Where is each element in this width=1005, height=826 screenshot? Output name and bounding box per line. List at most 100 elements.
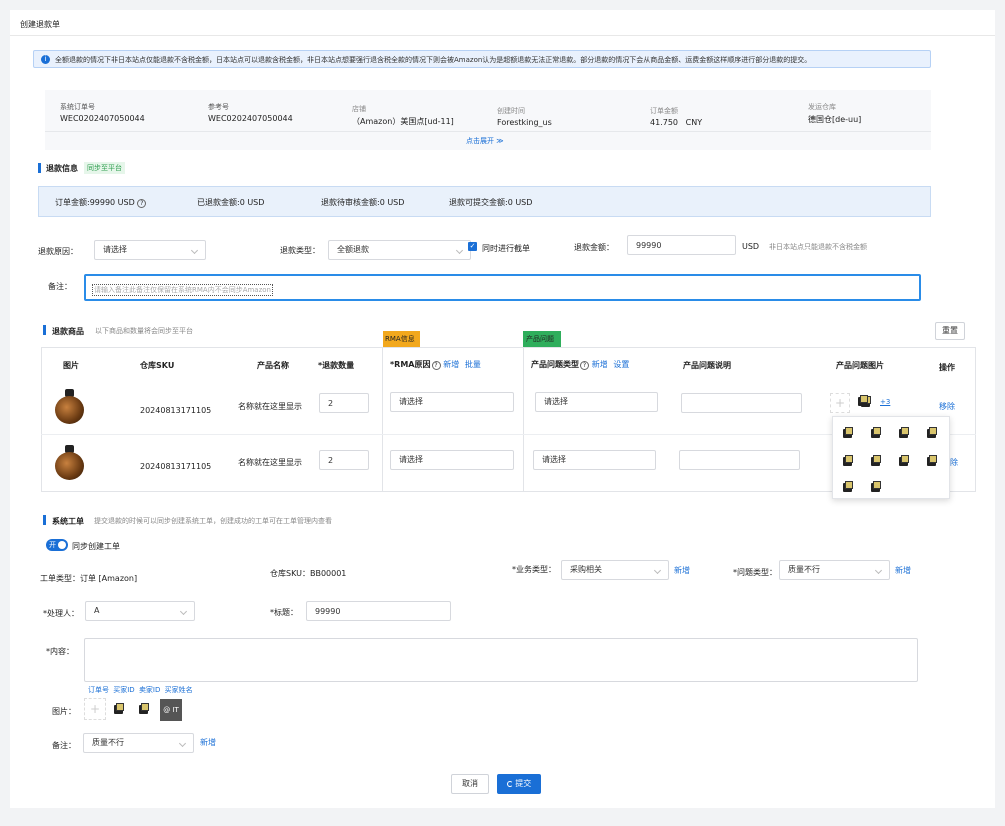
col-rma: *RMA原因 bbox=[390, 360, 431, 369]
ptype-select[interactable]: 请选择 bbox=[533, 450, 656, 470]
notice-text: 全额退款的情况下非日本站点仅能退款不含税金额，日本站点可以退款含税金额，非日本站… bbox=[55, 56, 812, 64]
refund-amount-input[interactable] bbox=[627, 235, 736, 255]
ticket-image-thumb[interactable]: @ IT bbox=[160, 699, 182, 721]
problem-image-thumb[interactable] bbox=[842, 427, 854, 439]
amount-label: 订单金额 bbox=[650, 107, 678, 115]
section-marker bbox=[43, 515, 46, 525]
info-icon: i bbox=[41, 55, 50, 64]
help-icon[interactable]: ? bbox=[431, 361, 441, 370]
row-sku: 20240813171105 bbox=[140, 406, 212, 415]
warehouse-value: 德国仓[de-uu] bbox=[808, 115, 862, 124]
problem-image-thumb[interactable] bbox=[870, 481, 882, 493]
more-images-link[interactable]: +3 bbox=[880, 398, 890, 406]
problem-image-thumb[interactable] bbox=[926, 427, 938, 439]
reset-button[interactable]: 重置 bbox=[935, 322, 965, 340]
help-icon[interactable]: ? bbox=[137, 199, 147, 208]
create-refund-page: 创建退款单 i 全额退款的情况下非日本站点仅能退款不含税金额，日本站点可以退款含… bbox=[10, 10, 995, 808]
handler-select[interactable]: A bbox=[85, 601, 195, 621]
pdesc-input[interactable] bbox=[681, 393, 802, 413]
reason-select[interactable]: 请选择 bbox=[94, 240, 206, 260]
ptype-setting-link[interactable]: 设置 bbox=[613, 360, 629, 369]
remove-button[interactable]: 移除 bbox=[939, 401, 955, 412]
sync-ticket-toggle[interactable]: 开 bbox=[46, 539, 68, 551]
rma-select[interactable]: 请选择 bbox=[390, 392, 514, 412]
section-marker bbox=[43, 325, 46, 335]
ticket-remark-add-link[interactable]: 新增 bbox=[200, 737, 216, 748]
issue-label: *问题类型： bbox=[733, 568, 777, 577]
var-buyer-id[interactable]: 买家ID bbox=[113, 686, 134, 694]
upload-button[interactable]: + bbox=[830, 393, 850, 413]
biz-select[interactable]: 采购相关 bbox=[561, 560, 669, 580]
section-marker bbox=[38, 163, 41, 173]
remark-placeholder: 请输入备注此备注仅保留在系统RMA内不会同步Amazon bbox=[92, 284, 273, 296]
problem-image-thumb[interactable] bbox=[898, 427, 910, 439]
submit-label: 提交 bbox=[515, 779, 532, 788]
amount-currency: CNY bbox=[685, 118, 703, 127]
problem-image-thumb bbox=[857, 395, 868, 407]
problem-image-thumb[interactable] bbox=[898, 455, 910, 467]
ptype-select[interactable]: 请选择 bbox=[535, 392, 658, 412]
qty-input[interactable] bbox=[319, 393, 369, 413]
upload-button[interactable]: + bbox=[84, 698, 106, 720]
col-image: 图片 bbox=[63, 361, 79, 370]
var-order-no[interactable]: 订单号 bbox=[88, 686, 109, 694]
issue-add-link[interactable]: 新增 bbox=[895, 565, 911, 576]
subject-label: *标题： bbox=[270, 608, 298, 617]
col-pdesc: 产品问题说明 bbox=[683, 361, 731, 370]
remark-label: 备注： bbox=[48, 282, 72, 291]
problem-image-thumb[interactable] bbox=[870, 427, 882, 439]
intercept-checkbox[interactable]: ✓ bbox=[468, 242, 477, 251]
toggle-knob bbox=[58, 541, 66, 549]
issue-select[interactable]: 质量不行 bbox=[779, 560, 890, 580]
rma-batch-link[interactable]: 批量 bbox=[465, 360, 481, 369]
qty-input[interactable] bbox=[319, 450, 369, 470]
refund-info-title: 退款信息 bbox=[46, 164, 78, 173]
pdesc-input[interactable] bbox=[679, 450, 800, 470]
ticket-image-thumb[interactable] bbox=[113, 703, 125, 715]
col-pimg: 产品问题图片 bbox=[836, 361, 884, 370]
rma-tag: RMA信息 bbox=[383, 331, 420, 347]
col-qty: *退款数量 bbox=[318, 361, 355, 370]
refunded-amount: 已退款金额:0 USD bbox=[197, 198, 265, 207]
toggle-label: 同步创建工单 bbox=[72, 542, 120, 551]
ticket-title: 系统工单 bbox=[52, 517, 84, 526]
rma-select[interactable]: 请选择 bbox=[390, 450, 514, 470]
problem-tag: 产品问题 bbox=[523, 331, 561, 347]
order-info-panel: 系统订单号 WEC0202407050044 参考号 WEC0202407050… bbox=[45, 90, 931, 150]
ref-value: WEC0202407050044 bbox=[208, 114, 293, 123]
ticket-type: 工单类型：订单 [Amazon] bbox=[40, 574, 138, 583]
type-select[interactable]: 全额退款 bbox=[328, 240, 471, 260]
amount-unit: USD bbox=[742, 242, 760, 251]
var-seller-id[interactable]: 卖家ID bbox=[139, 686, 160, 694]
amount-label: 退款金额： bbox=[574, 243, 614, 252]
shop-value: （Amazon）美国点[ud-11] bbox=[352, 117, 454, 126]
image-label: 图片： bbox=[52, 707, 76, 716]
remark-input[interactable]: 请输入备注此备注仅保留在系统RMA内不会同步Amazon bbox=[84, 274, 921, 301]
ticket-remark-select[interactable]: 质量不行 bbox=[83, 733, 194, 753]
expand-link[interactable]: 点击展开 ≫ bbox=[466, 136, 504, 146]
subject-input[interactable] bbox=[306, 601, 451, 621]
ptype-add-link[interactable]: 新增 bbox=[592, 360, 608, 369]
col-name: 产品名称 bbox=[257, 361, 289, 370]
biz-add-link[interactable]: 新增 bbox=[674, 565, 690, 576]
row-name: 名称就在这里显示 bbox=[238, 402, 302, 411]
submit-button[interactable]: 提交 bbox=[497, 774, 541, 794]
problem-image-thumb[interactable] bbox=[842, 481, 854, 493]
help-icon[interactable]: ? bbox=[580, 361, 589, 370]
rma-add-link[interactable]: 新增 bbox=[443, 360, 459, 369]
problem-image-thumb[interactable] bbox=[926, 455, 938, 467]
remove-button[interactable]: 除 bbox=[950, 457, 958, 468]
intercept-label: 同时进行截单 bbox=[482, 244, 530, 253]
product-image bbox=[52, 444, 86, 482]
cancel-button[interactable]: 取消 bbox=[451, 774, 489, 794]
var-buyer-name[interactable]: 买家姓名 bbox=[165, 686, 193, 694]
refund-summary: 订单金额:99990 USD ? 已退款金额:0 USD 退款待审核金额:0 U… bbox=[38, 186, 931, 217]
sys-order-label: 系统订单号 bbox=[60, 103, 95, 111]
content-textarea[interactable] bbox=[84, 638, 918, 682]
ticket-image-thumb[interactable] bbox=[138, 703, 150, 715]
order-amount: 订单金额:99990 USD bbox=[55, 198, 135, 207]
problem-image-thumb[interactable] bbox=[842, 455, 854, 467]
page-title: 创建退款单 bbox=[20, 20, 60, 29]
goods-title: 退款商品 bbox=[52, 327, 84, 336]
problem-image-thumb[interactable] bbox=[870, 455, 882, 467]
